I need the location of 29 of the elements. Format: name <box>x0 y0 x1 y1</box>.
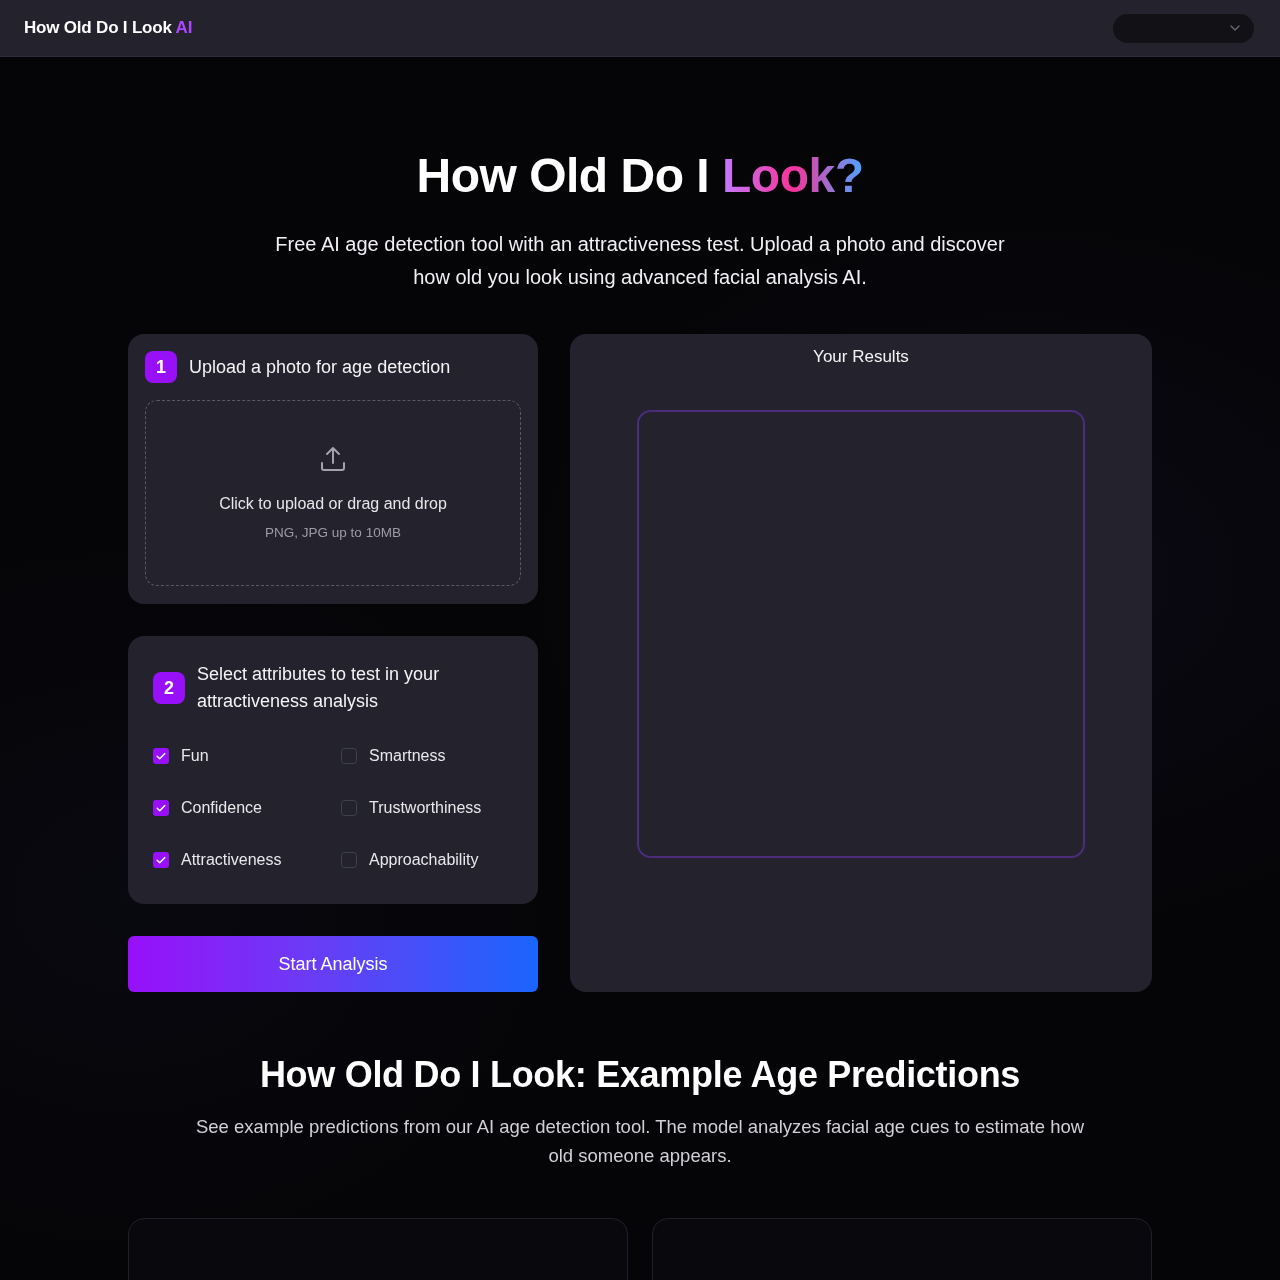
checkbox-label: Approachability <box>369 850 479 870</box>
checkbox-label: Smartness <box>369 746 446 766</box>
start-analysis-button[interactable]: Start Analysis <box>128 936 538 992</box>
caret-icon <box>1230 25 1240 31</box>
step-title: Select attributes to test in your attractiveness analysis <box>197 663 441 713</box>
checkbox[interactable] <box>341 800 357 816</box>
checkbox[interactable] <box>341 748 357 764</box>
checkbox-label: Fun <box>181 746 209 766</box>
step-title: Upload a photo for age detection <box>189 356 451 379</box>
page-subtitle: Free AI age detection tool with an attractiveness test. Upload a photo and discover how old you look using advanced facial analysis AI. <box>274 232 1006 290</box>
dropdown-select[interactable] <box>1113 13 1254 43</box>
upload-dropzone[interactable]: Click to upload or drag and drop PNG, JPG up to 10MB <box>145 400 521 586</box>
section-heading: How Old Do I Look: Example Age Predictions <box>259 1053 1021 1097</box>
page-title: How Old Do I Look? <box>416 148 864 204</box>
checkbox-label: Attractiveness <box>181 850 282 870</box>
checkbox[interactable] <box>153 800 169 816</box>
brand-logo[interactable]: How Old Do I Look AI <box>24 18 193 38</box>
checkbox[interactable] <box>153 852 169 868</box>
upload-icon <box>319 445 347 473</box>
results-title: Your Results <box>813 346 909 368</box>
checkbox[interactable] <box>341 852 357 868</box>
section-description: See example predictions from our AI age detection tool. The model analyzes facial age cues to estimate how old someone appears. <box>194 1115 1086 1168</box>
step-number: 1 <box>145 351 177 383</box>
upload-prompt: Click to upload or drag and drop <box>219 494 447 514</box>
checkbox[interactable] <box>153 748 169 764</box>
checkbox-label: Trustworthiness <box>369 798 482 818</box>
upload-hint: PNG, JPG up to 10MB <box>265 524 401 542</box>
checkbox-label: Confidence <box>181 798 262 818</box>
step-number: 2 <box>153 672 185 704</box>
